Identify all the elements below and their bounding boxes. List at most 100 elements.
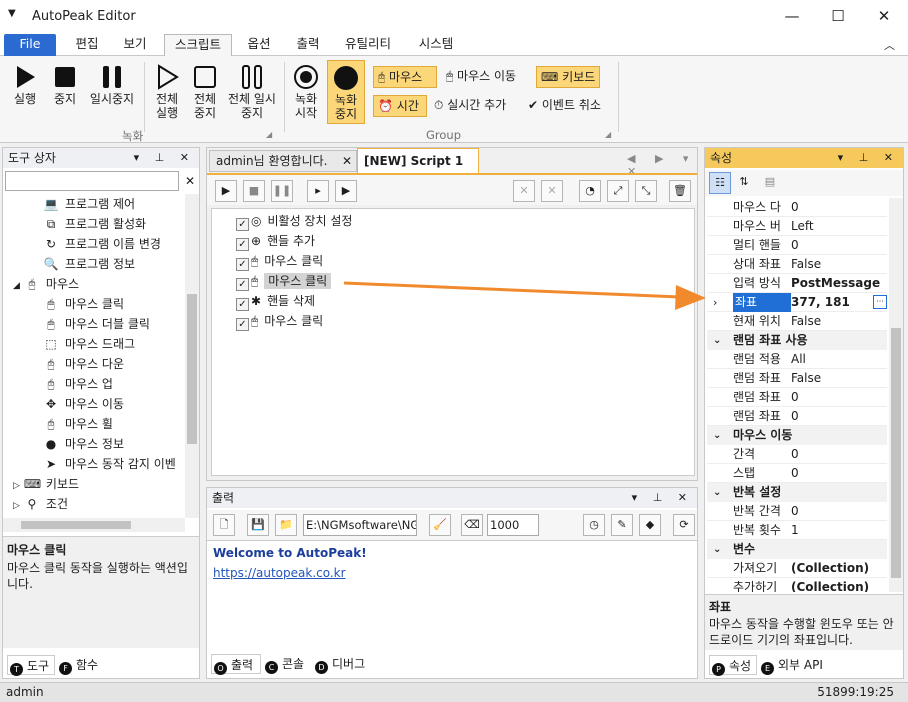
stop-all-button[interactable]: 전체 중지 <box>186 64 224 120</box>
tree-item[interactable]: ✥ 마우스 이동 <box>43 394 124 414</box>
tree-group-mouse[interactable]: ◢ 🖰 마우스 <box>13 274 79 294</box>
vertical-scrollbar[interactable] <box>185 194 199 518</box>
checkbox[interactable]: ✓ <box>236 258 249 271</box>
checkbox[interactable]: ✓ <box>236 238 249 251</box>
disable-all-icon[interactable]: ✕ <box>541 180 563 202</box>
run-button[interactable]: 실행 <box>6 64 44 106</box>
property-row[interactable]: 마우스 버 Left <box>707 217 887 236</box>
mouse-move-toggle[interactable]: 🖱 마우스 이동 <box>442 66 534 88</box>
tree-item[interactable]: 🖰 마우스 업 <box>43 374 113 394</box>
history-icon[interactable]: ◔ <box>579 180 601 202</box>
vertical-scrollbar[interactable] <box>889 198 903 592</box>
property-category[interactable]: ⌄ 변수 <box>707 540 887 559</box>
script-step[interactable]: ✓ ◎ 비활성 장치 설정 <box>236 211 352 231</box>
property-category[interactable]: ⌄ 반복 설정 <box>707 483 887 502</box>
tab-utility[interactable]: 유틸리티 <box>336 34 400 56</box>
tab-system[interactable]: 시스템 <box>410 34 462 56</box>
tab-functions[interactable]: F 함수 <box>57 655 105 675</box>
script-step[interactable]: ✓ ✱ 핸들 삭제 <box>236 291 315 311</box>
horizontal-scrollbar[interactable] <box>3 518 185 532</box>
property-row[interactable]: 반복 간격 0 <box>707 502 887 521</box>
scrollbar-thumb[interactable] <box>891 328 901 578</box>
tree-group-keyboard[interactable]: ▷ ⌨ 키보드 <box>13 474 79 494</box>
clock-icon[interactable]: ◷ <box>583 514 605 536</box>
record-stop-button[interactable]: 녹화 중지 <box>327 60 365 124</box>
stop-button[interactable]: 중지 <box>46 64 84 106</box>
record-start-button[interactable]: 녹화 시작 <box>288 64 324 120</box>
tab-console[interactable]: C 콘솔 <box>263 654 313 674</box>
tree-item[interactable]: ● 마우스 정보 <box>43 434 124 454</box>
property-row[interactable]: 추가하기 (Collection) <box>707 578 887 592</box>
tab-file[interactable]: File <box>4 34 56 56</box>
tree-item[interactable]: ⧉ 프로그램 활성화 <box>43 214 146 234</box>
interval-stepper[interactable]: 1000 <box>487 514 539 536</box>
event-cancel-button[interactable]: ✔ 이벤트 취소 <box>524 95 614 117</box>
tab-edit[interactable]: 편집 <box>64 34 110 56</box>
property-row[interactable]: 랜덤 적용 All <box>707 350 887 369</box>
clean-icon[interactable]: 🧹 <box>429 514 451 536</box>
pause-button[interactable]: 일시중지 <box>86 64 138 106</box>
caret-down-icon[interactable]: ▼ <box>8 8 16 19</box>
tab-external-api[interactable]: E 외부 API <box>759 655 831 675</box>
tree-group-condition[interactable]: ▷ ⚲ 조건 <box>13 494 68 514</box>
clear-search-icon[interactable]: ✕ <box>181 171 199 191</box>
property-row[interactable]: 간격 0 <box>707 445 887 464</box>
disable-icon[interactable]: ✕ <box>513 180 535 202</box>
tree-item[interactable]: 🖰 마우스 휠 <box>43 414 113 434</box>
property-category[interactable]: ⌄ 랜덤 좌표 사용 <box>707 331 887 350</box>
checkbox[interactable]: ✓ <box>236 218 249 231</box>
stop-icon[interactable]: ■ <box>243 180 265 202</box>
property-row[interactable]: 랜덤 좌표 0 <box>707 388 887 407</box>
delete-icon[interactable]: 🗑 <box>669 180 691 202</box>
script-step[interactable]: ✓ ⊕ 핸들 추가 <box>236 231 315 251</box>
property-row[interactable]: 멀티 핸들 0 <box>707 236 887 255</box>
minimize-button[interactable]: — <box>780 6 804 26</box>
ellipsis-button[interactable]: ··· <box>873 295 887 309</box>
pause-all-button[interactable]: 전체 일시중지 <box>224 64 280 120</box>
tab-view[interactable]: 보기 <box>114 34 156 56</box>
run-to-icon[interactable]: ▶ <box>335 180 357 202</box>
refresh-icon[interactable]: ⟳ <box>673 514 695 536</box>
property-row[interactable]: 현재 위치 False <box>707 312 887 331</box>
collapse-icon[interactable]: ⤡ <box>635 180 657 202</box>
brush-icon[interactable]: ✎ <box>611 514 633 536</box>
scrollbar-thumb[interactable] <box>187 294 197 444</box>
collapse-ribbon-icon[interactable]: ︿ <box>884 37 895 53</box>
panel-pin-close-icons[interactable]: ▾ ⊥ ✕ <box>134 148 195 168</box>
checkbox[interactable]: ✓ <box>236 298 249 311</box>
tree-item[interactable]: ➤ 마우스 동작 감지 이벤 <box>43 454 176 474</box>
tree-item[interactable]: 🔍 프로그램 정보 <box>43 254 136 274</box>
sort-alpha-icon[interactable]: ⇅ <box>733 172 755 194</box>
property-row[interactable]: 마우스 다0 <box>707 198 887 217</box>
save-icon[interactable]: 💾 <box>247 514 269 536</box>
panel-pin-close-icons[interactable]: ▾ ⊥ ✕ <box>838 148 899 168</box>
tab-properties[interactable]: P 속성 <box>709 655 757 676</box>
website-link[interactable]: https://autopeak.co.kr <box>213 563 691 583</box>
checkbox[interactable]: ✓ <box>236 318 249 331</box>
property-row[interactable]: 랜덤 좌표 0 <box>707 407 887 426</box>
toolbox-search-input[interactable] <box>5 171 179 191</box>
expand-icon[interactable]: ⤢ <box>607 180 629 202</box>
tree-item[interactable]: 🖱 마우스 더블 클릭 <box>43 314 150 334</box>
tree-item[interactable]: 🖱 마우스 클릭 <box>43 294 124 314</box>
tab-welcome[interactable]: admin님 환영합니다. ✕ <box>209 150 357 172</box>
property-row[interactable]: 스탭 0 <box>707 464 887 483</box>
eraser-icon[interactable]: ⌫ <box>461 514 483 536</box>
tree-item[interactable]: 💻 프로그램 제어 <box>43 194 136 214</box>
play-icon[interactable]: ▶ <box>215 180 237 202</box>
property-category[interactable]: ⌄ 마우스 이동 <box>707 426 887 445</box>
tab-options[interactable]: 옵션 <box>238 34 280 56</box>
path-input[interactable]: E:\NGMsoftware\NG <box>303 514 417 536</box>
open-folder-icon[interactable]: 📁 <box>275 514 297 536</box>
property-row[interactable]: 가져오기 (Collection) <box>707 559 887 578</box>
run-all-button[interactable]: 전체 실행 <box>148 64 186 120</box>
script-step-selected[interactable]: ✓ 🖱 마우스 클릭 <box>236 271 332 291</box>
dialog-launcher-icon[interactable]: ◢ <box>266 130 272 139</box>
tree-item[interactable]: ↻ 프로그램 이름 변경 <box>43 234 161 254</box>
tree-item[interactable]: 🖰 마우스 다운 <box>43 354 124 374</box>
scrollbar-thumb[interactable] <box>21 521 131 529</box>
dialog-launcher-icon[interactable]: ◢ <box>605 130 611 139</box>
property-row[interactable]: 랜덤 좌표 False <box>707 369 887 388</box>
tab-output[interactable]: 출력 <box>286 34 330 56</box>
property-row-selected[interactable]: › 좌표 377, 181 ··· <box>707 293 887 312</box>
